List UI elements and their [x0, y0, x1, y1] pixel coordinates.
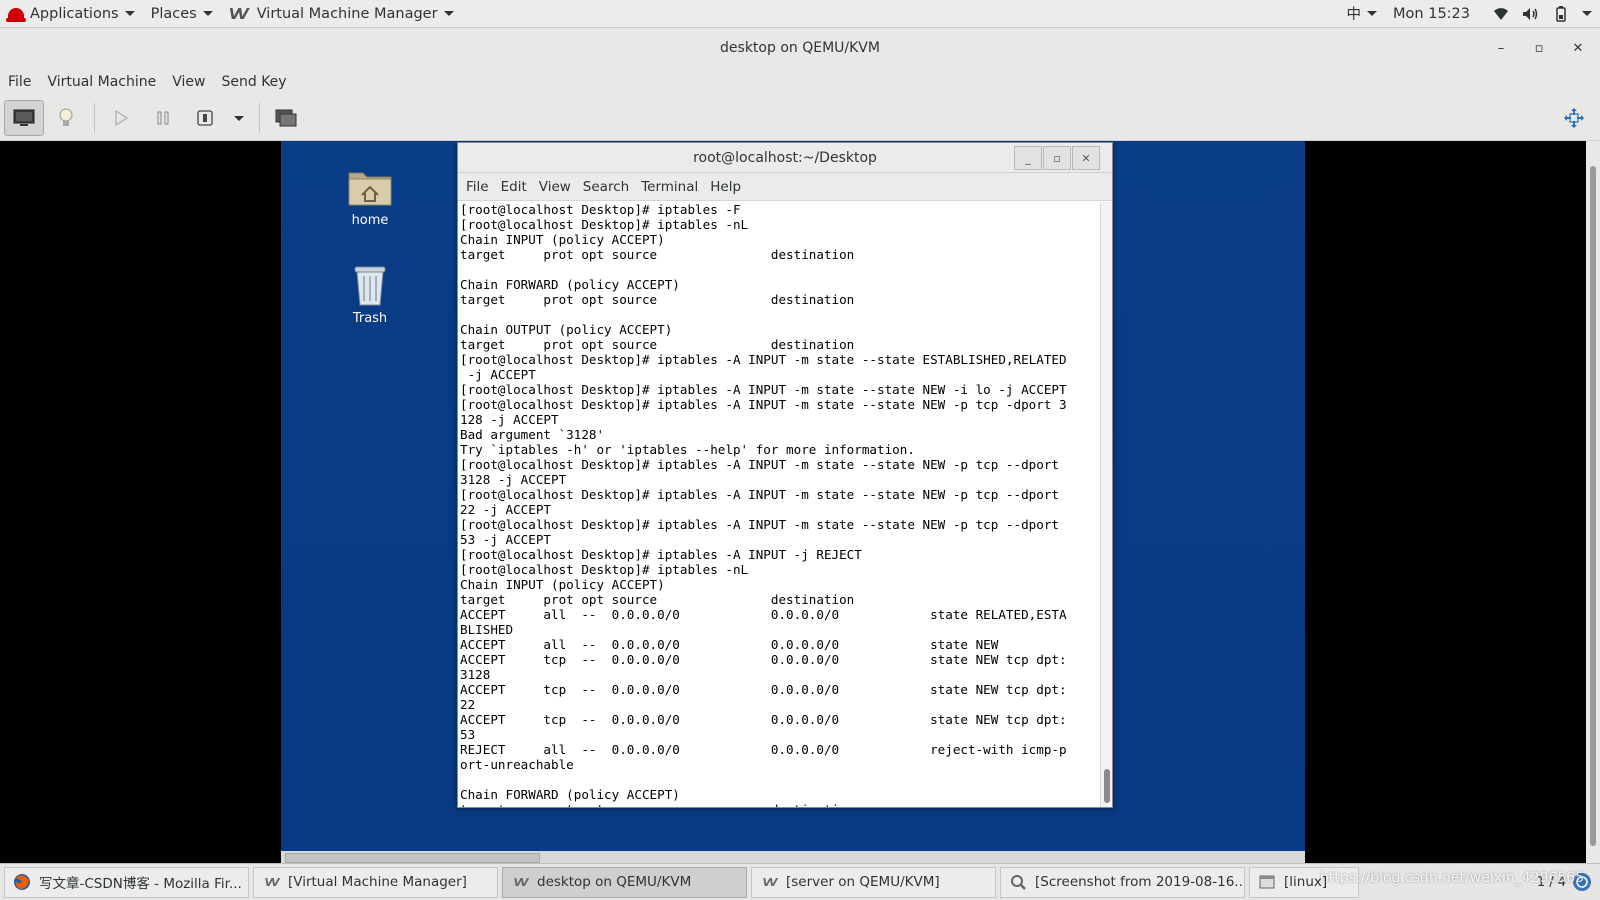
- lightbulb-icon: [59, 108, 73, 126]
- folder-home-icon: [347, 163, 393, 209]
- terminal-menubar: File Edit View Search Terminal Help: [458, 173, 1112, 201]
- toolbar-separator: [259, 103, 260, 133]
- close-button[interactable]: ✕: [1559, 28, 1597, 68]
- input-method-menu[interactable]: 中: [1339, 0, 1386, 28]
- redhat-icon: [6, 7, 26, 22]
- terminal-window[interactable]: root@localhost:~/Desktop _ ▫ ✕ File Edit…: [457, 142, 1113, 808]
- terminal-close-button[interactable]: ✕: [1072, 146, 1100, 170]
- battery-icon: [1552, 5, 1570, 22]
- guest-desktop[interactable]: home Trash root@localhost:~/Desktop _ ▫ …: [281, 141, 1305, 863]
- console-scrollbar[interactable]: [1586, 141, 1600, 863]
- top-bar: Applications Places VV Virtual Machine M…: [0, 0, 1600, 28]
- menu-virtual-machine[interactable]: Virtual Machine: [39, 68, 164, 96]
- terminal-menu-file[interactable]: File: [460, 173, 495, 201]
- chevron-down-icon: [234, 115, 244, 121]
- terminal-output[interactable]: [root@localhost Desktop]# iptables -F [r…: [458, 202, 1100, 807]
- menu-send-key[interactable]: Send Key: [213, 68, 294, 96]
- input-method-label: 中: [1346, 7, 1362, 23]
- terminal-menu-terminal[interactable]: Terminal: [635, 173, 704, 201]
- desktop-icon-label: home: [351, 213, 389, 228]
- window-icon: [1256, 873, 1278, 891]
- task-virtual-machine-manager[interactable]: VV [Virtual Machine Manager]: [253, 866, 498, 898]
- menubar: File Virtual Machine View Send Key: [0, 68, 1600, 96]
- task-label: [Screenshot from 2019-08-16...: [1035, 874, 1245, 890]
- power-icon: [197, 110, 213, 126]
- vmm-icon: VV: [513, 875, 528, 889]
- task-screenshot[interactable]: [Screenshot from 2019-08-16...: [1000, 866, 1245, 898]
- clock-label: Mon 15:23: [1393, 5, 1470, 22]
- trash-icon: [347, 261, 393, 307]
- minimize-button[interactable]: –: [1482, 28, 1520, 68]
- applications-menu[interactable]: Applications: [0, 0, 143, 28]
- terminal-menu-search[interactable]: Search: [577, 173, 635, 201]
- desktop-icon-home[interactable]: home: [330, 163, 410, 228]
- terminal-menu-help[interactable]: Help: [704, 173, 747, 201]
- details-button[interactable]: [46, 100, 86, 136]
- fullscreen-icon: [1564, 108, 1584, 128]
- task-label: 写文章-CSDN博客 - Mozilla Fir...: [39, 876, 242, 892]
- desktop-icon-trash[interactable]: Trash: [330, 261, 410, 326]
- system-menu[interactable]: [1478, 0, 1600, 28]
- snapshots-button[interactable]: [266, 100, 306, 136]
- chevron-down-icon: [202, 11, 213, 16]
- window-title: desktop on QEMU/KVM: [720, 40, 880, 56]
- window-titlebar[interactable]: desktop on QEMU/KVM – ▫ ✕: [0, 28, 1600, 68]
- places-label: Places: [150, 5, 197, 22]
- run-button[interactable]: [101, 100, 141, 136]
- chevron-down-icon: [443, 11, 454, 16]
- firefox-icon: [11, 873, 33, 891]
- places-menu[interactable]: Places: [143, 0, 221, 28]
- chevron-down-icon: [1582, 11, 1592, 16]
- menu-view[interactable]: View: [164, 68, 213, 96]
- guest-task-item[interactable]: [285, 853, 540, 863]
- terminal-scrollbar[interactable]: [1100, 202, 1112, 807]
- fullscreen-button[interactable]: [1554, 100, 1594, 136]
- terminal-titlebar[interactable]: root@localhost:~/Desktop _ ▫ ✕: [458, 143, 1112, 173]
- snapshot-icon: [275, 109, 297, 127]
- terminal-maximize-button[interactable]: ▫: [1043, 146, 1071, 170]
- watermark: https://blog.csdn.net/weixin_4296565: [1320, 870, 1585, 886]
- chevron-down-icon: [1367, 11, 1378, 16]
- terminal-title: root@localhost:~/Desktop: [693, 149, 877, 166]
- task-label: [server on QEMU/KVM]: [786, 874, 940, 890]
- console-button[interactable]: [4, 100, 44, 136]
- screenshot-icon: [1007, 873, 1029, 891]
- task-label: [Virtual Machine Manager]: [288, 874, 467, 890]
- terminal-menu-view[interactable]: View: [533, 173, 577, 201]
- app-name-label: Virtual Machine Manager: [256, 5, 438, 22]
- applications-label: Applications: [30, 5, 119, 22]
- shutdown-menu-button[interactable]: [227, 100, 251, 136]
- terminal-menu-edit[interactable]: Edit: [495, 173, 533, 201]
- toolbar: [0, 96, 1600, 141]
- toolbar-separator: [94, 103, 95, 133]
- shutdown-button[interactable]: [185, 100, 225, 136]
- vmm-logo-icon: VV: [228, 4, 249, 23]
- maximize-button[interactable]: ▫: [1520, 28, 1558, 68]
- terminal-scrollbar-thumb[interactable]: [1104, 769, 1110, 803]
- clock[interactable]: Mon 15:23: [1385, 0, 1478, 28]
- desktop-icon-label: Trash: [352, 311, 388, 326]
- wifi-icon: [1492, 6, 1510, 22]
- vmm-icon: VV: [264, 875, 279, 889]
- play-icon: [115, 110, 128, 126]
- terminal-text: [root@localhost Desktop]# iptables -F [r…: [460, 202, 1067, 807]
- task-server-vm[interactable]: VV [server on QEMU/KVM]: [751, 866, 996, 898]
- task-desktop-vm[interactable]: VV desktop on QEMU/KVM: [502, 866, 747, 898]
- terminal-minimize-button[interactable]: _: [1014, 146, 1042, 170]
- pause-button[interactable]: [143, 100, 183, 136]
- guest-taskbar: [281, 851, 1305, 863]
- chevron-down-icon: [124, 11, 135, 16]
- volume-icon: [1522, 6, 1540, 22]
- vmm-icon: VV: [762, 875, 777, 889]
- menu-file[interactable]: File: [0, 68, 39, 96]
- task-firefox[interactable]: 写文章-CSDN博客 - Mozilla Fir...: [4, 866, 249, 898]
- pause-icon: [157, 111, 169, 125]
- task-label: desktop on QEMU/KVM: [537, 874, 692, 890]
- console-scrollbar-thumb[interactable]: [1590, 166, 1596, 846]
- monitor-icon: [13, 109, 35, 126]
- app-menu[interactable]: VV Virtual Machine Manager: [221, 0, 462, 28]
